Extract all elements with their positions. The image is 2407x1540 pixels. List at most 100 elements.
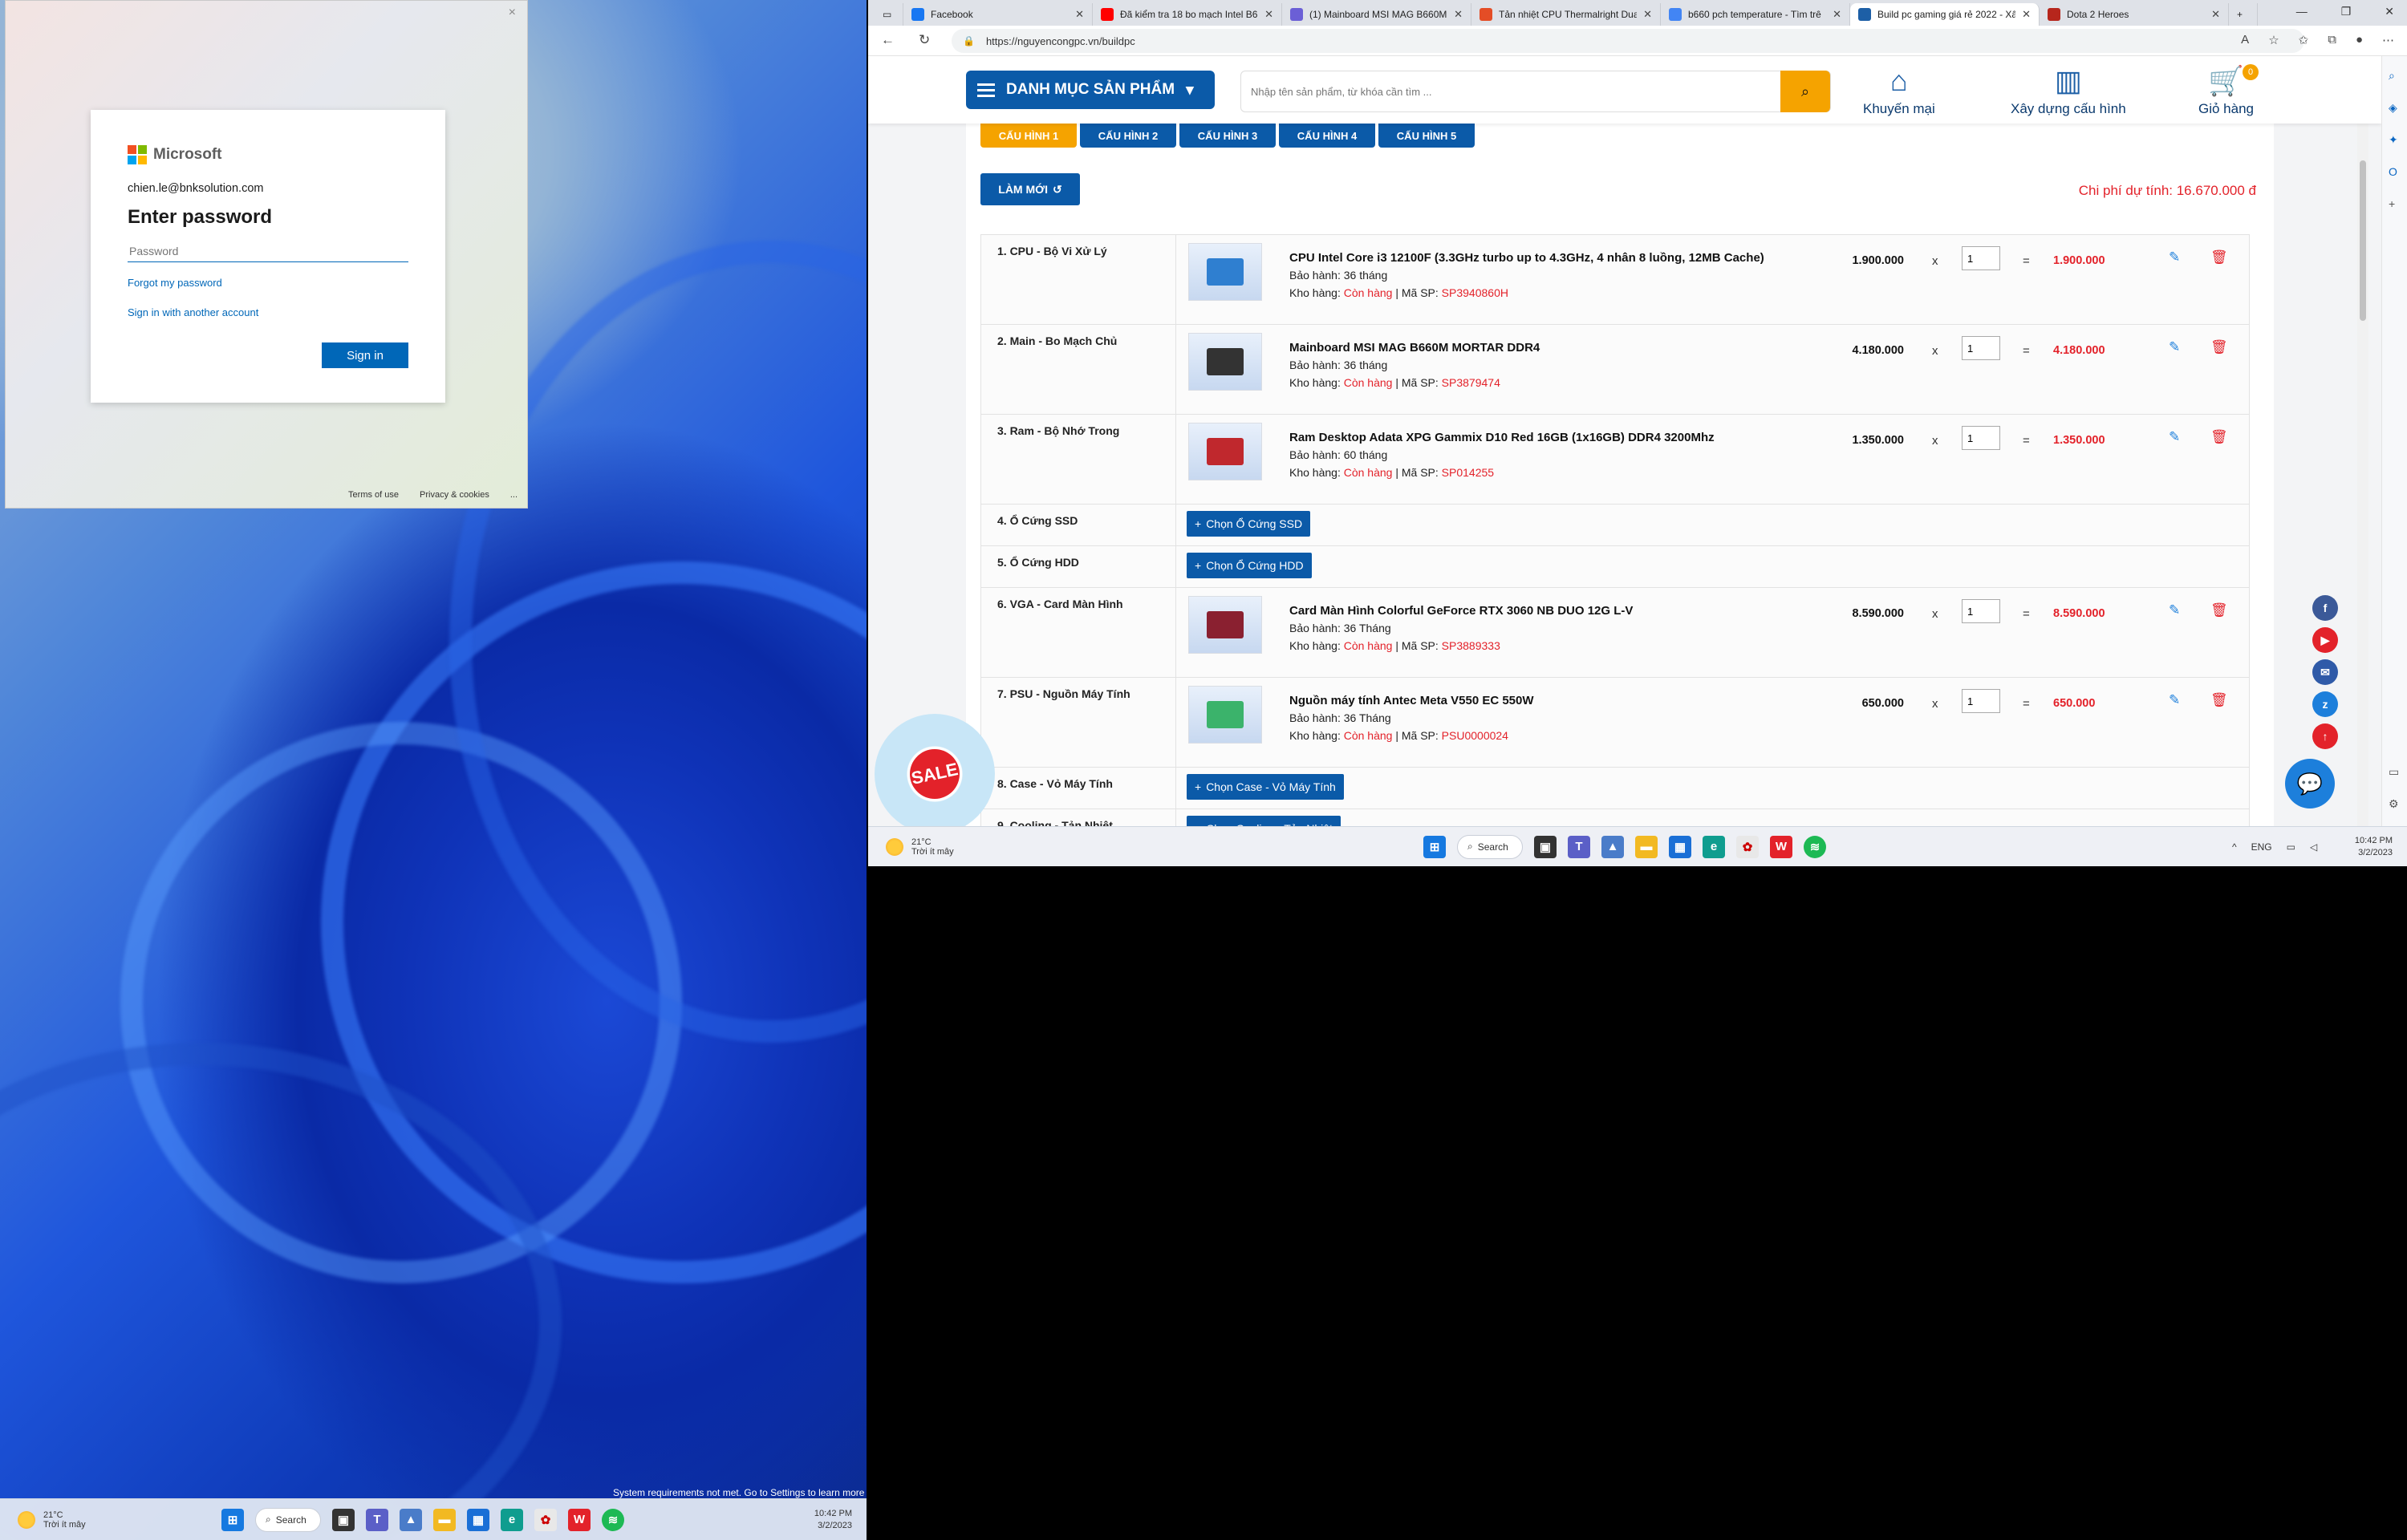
tab-close-icon[interactable]: ✕ (1643, 8, 1652, 21)
weather-widget[interactable]: 21°C Trời ít mây (18, 1510, 86, 1530)
browser-tab[interactable]: (1) Mainboard MSI MAG B660M ✕ (1282, 3, 1471, 26)
product-thumbnail[interactable] (1188, 596, 1262, 654)
back-icon[interactable]: ← (881, 32, 895, 48)
file-explorer-icon[interactable]: ▬ (1635, 835, 1658, 858)
tab-close-icon[interactable]: ✕ (2022, 8, 2031, 21)
delete-icon[interactable]: 🗑 (2210, 602, 2228, 618)
spotify-icon[interactable]: ≋ (602, 1508, 624, 1531)
delete-icon[interactable]: 🗑 (2210, 339, 2228, 355)
menu-icon[interactable]: ⋯ (2382, 33, 2394, 47)
terms-link[interactable]: Terms of use (348, 490, 399, 500)
product-name[interactable]: Ram Desktop Adata XPG Gammix D10 Red 16G… (1289, 431, 1715, 444)
start-icon[interactable]: ⊞ (221, 1508, 244, 1531)
photos-icon[interactable]: ▲ (1601, 835, 1624, 858)
edge-icon[interactable]: e (1703, 835, 1725, 858)
quantity-input[interactable]: 1 (1962, 336, 2000, 360)
delete-icon[interactable]: 🗑 (2210, 429, 2228, 445)
product-thumbnail[interactable] (1188, 686, 1262, 744)
quantity-input[interactable]: 1 (1962, 246, 2000, 270)
browser-tab[interactable]: Facebook ✕ (903, 3, 1093, 26)
favorites-icon[interactable]: ✩ (2299, 33, 2309, 47)
quantity-input[interactable]: 1 (1962, 426, 2000, 450)
tab-close-icon[interactable]: ✕ (1833, 8, 1841, 21)
task-view-icon[interactable]: ▣ (1534, 835, 1557, 858)
tab-config-1[interactable]: CẤU HÌNH 1 (980, 124, 1077, 148)
weather-widget[interactable]: 21°C Trời ít mây (886, 837, 954, 857)
promo-link[interactable]: ⌂ Khuyến mại (1863, 64, 1935, 117)
shopping-icon[interactable]: ◈ (2389, 101, 2401, 114)
edit-icon[interactable]: ✎ (2169, 339, 2180, 355)
browser-tab[interactable]: Dota 2 Heroes ✕ (2040, 3, 2229, 26)
tools-icon[interactable]: ✦ (2389, 133, 2401, 146)
tab-close-icon[interactable]: ✕ (2211, 8, 2220, 21)
choose-component-button[interactable]: + Chọn Case - Vỏ Máy Tính (1187, 774, 1344, 800)
wps-office-icon[interactable]: W (568, 1508, 591, 1531)
product-name[interactable]: Mainboard MSI MAG B660M MORTAR DDR4 (1289, 341, 1540, 355)
browser-tab[interactable]: Build pc gaming giá rẻ 2022 - Xâ ✕ (1850, 3, 2040, 26)
edge-icon[interactable]: e (501, 1508, 523, 1531)
read-aloud-icon[interactable]: A (2241, 33, 2249, 47)
facebook-icon[interactable]: f (2312, 595, 2338, 621)
edit-icon[interactable]: ✎ (2169, 249, 2180, 265)
language-indicator[interactable]: ENG (2251, 841, 2272, 853)
page-scrollbar[interactable] (2357, 56, 2368, 826)
choose-component-button[interactable]: + Chọn Ổ Cứng SSD (1187, 511, 1311, 537)
search-icon[interactable]: ⌕ (2389, 69, 2401, 82)
new-tab-icon[interactable]: + (2229, 3, 2258, 26)
url-field[interactable]: 🔒 https://nguyencongpc.vn/buildpc (952, 29, 2304, 53)
chat-bubble-icon[interactable]: 💬 (2285, 759, 2335, 808)
maximize-icon[interactable]: ❐ (2341, 5, 2352, 18)
store-icon[interactable]: ▦ (1669, 835, 1691, 858)
store-icon[interactable]: ▦ (467, 1508, 489, 1531)
teams-icon[interactable]: T (366, 1508, 388, 1531)
collections-icon[interactable]: ⧉ (2328, 33, 2336, 47)
reset-button[interactable]: LÀM MỚI ↺ (980, 173, 1080, 205)
other-account-link[interactable]: Sign in with another account (128, 306, 408, 318)
site-search-input[interactable] (1241, 71, 1780, 111)
profile-icon[interactable]: ● (2356, 33, 2363, 47)
wps-icon[interactable]: ✿ (534, 1508, 557, 1531)
delete-icon[interactable]: 🗑 (2210, 692, 2228, 708)
sale-badge[interactable]: SALE (875, 714, 995, 826)
start-icon[interactable]: ⊞ (1423, 835, 1446, 858)
spotify-icon[interactable]: ≋ (1804, 835, 1826, 858)
youtube-icon[interactable]: ▶ (2312, 627, 2338, 653)
taskbar-clock[interactable]: 10:42 PM 3/2/2023 (2355, 835, 2393, 859)
settings-icon[interactable]: ⚙ (2389, 797, 2401, 810)
build-pc-link[interactable]: ▥ Xây dựng cấu hình (2011, 64, 2126, 117)
sidebar-toggle-icon[interactable]: ▭ (2389, 765, 2401, 778)
password-input[interactable] (128, 240, 408, 262)
forgot-password-link[interactable]: Forgot my password (128, 277, 408, 289)
tab-close-icon[interactable]: ✕ (1264, 8, 1273, 21)
favorite-icon[interactable]: ☆ (2268, 33, 2279, 47)
tab-config-2[interactable]: CẤU HÌNH 2 (1080, 124, 1176, 148)
product-thumbnail[interactable] (1188, 423, 1262, 480)
outlook-icon[interactable]: O (2389, 165, 2401, 178)
back-to-top-icon[interactable]: ↑ (2312, 723, 2338, 749)
product-name[interactable]: Nguồn máy tính Antec Meta V550 EC 550W (1289, 694, 1534, 707)
tab-config-3[interactable]: CẤU HÌNH 3 (1179, 124, 1276, 148)
site-search-button[interactable]: ⌕ (1780, 71, 1830, 112)
refresh-icon[interactable]: ↻ (919, 32, 930, 48)
cart-link[interactable]: 🛒 0 Giỏ hàng (2198, 64, 2259, 117)
wps-office-icon[interactable]: W (1770, 835, 1792, 858)
more-options-icon[interactable]: ... (510, 490, 518, 500)
tab-close-icon[interactable]: ✕ (1075, 8, 1084, 21)
browser-tab[interactable]: Tản nhiệt CPU Thermalright Dua ✕ (1471, 3, 1661, 26)
tab-config-4[interactable]: CẤU HÌNH 4 (1279, 124, 1375, 148)
product-thumbnail[interactable] (1188, 243, 1262, 301)
close-window-icon[interactable]: ✕ (2385, 5, 2394, 18)
taskbar-search[interactable]: ⌕ Search (1457, 834, 1523, 859)
task-view-icon[interactable]: ▣ (332, 1508, 355, 1531)
scrollbar-thumb[interactable] (2360, 160, 2366, 321)
choose-component-button[interactable]: + Chọn Ổ Cứng HDD (1187, 553, 1312, 578)
file-explorer-icon[interactable]: ▬ (433, 1508, 456, 1531)
edit-icon[interactable]: ✎ (2169, 429, 2180, 445)
tab-close-icon[interactable]: ✕ (1454, 8, 1463, 21)
quantity-input[interactable]: 1 (1962, 599, 2000, 623)
taskbar-clock[interactable]: 10:42 PM 3/2/2023 (814, 1508, 852, 1532)
volume-icon[interactable]: ◁ (2310, 841, 2317, 853)
choose-component-button[interactable]: +Chọn Cooling - Tản Nhiệt (1187, 816, 1341, 826)
teams-icon[interactable]: T (1568, 835, 1590, 858)
tab-config-5[interactable]: CẤU HÌNH 5 (1378, 124, 1475, 148)
